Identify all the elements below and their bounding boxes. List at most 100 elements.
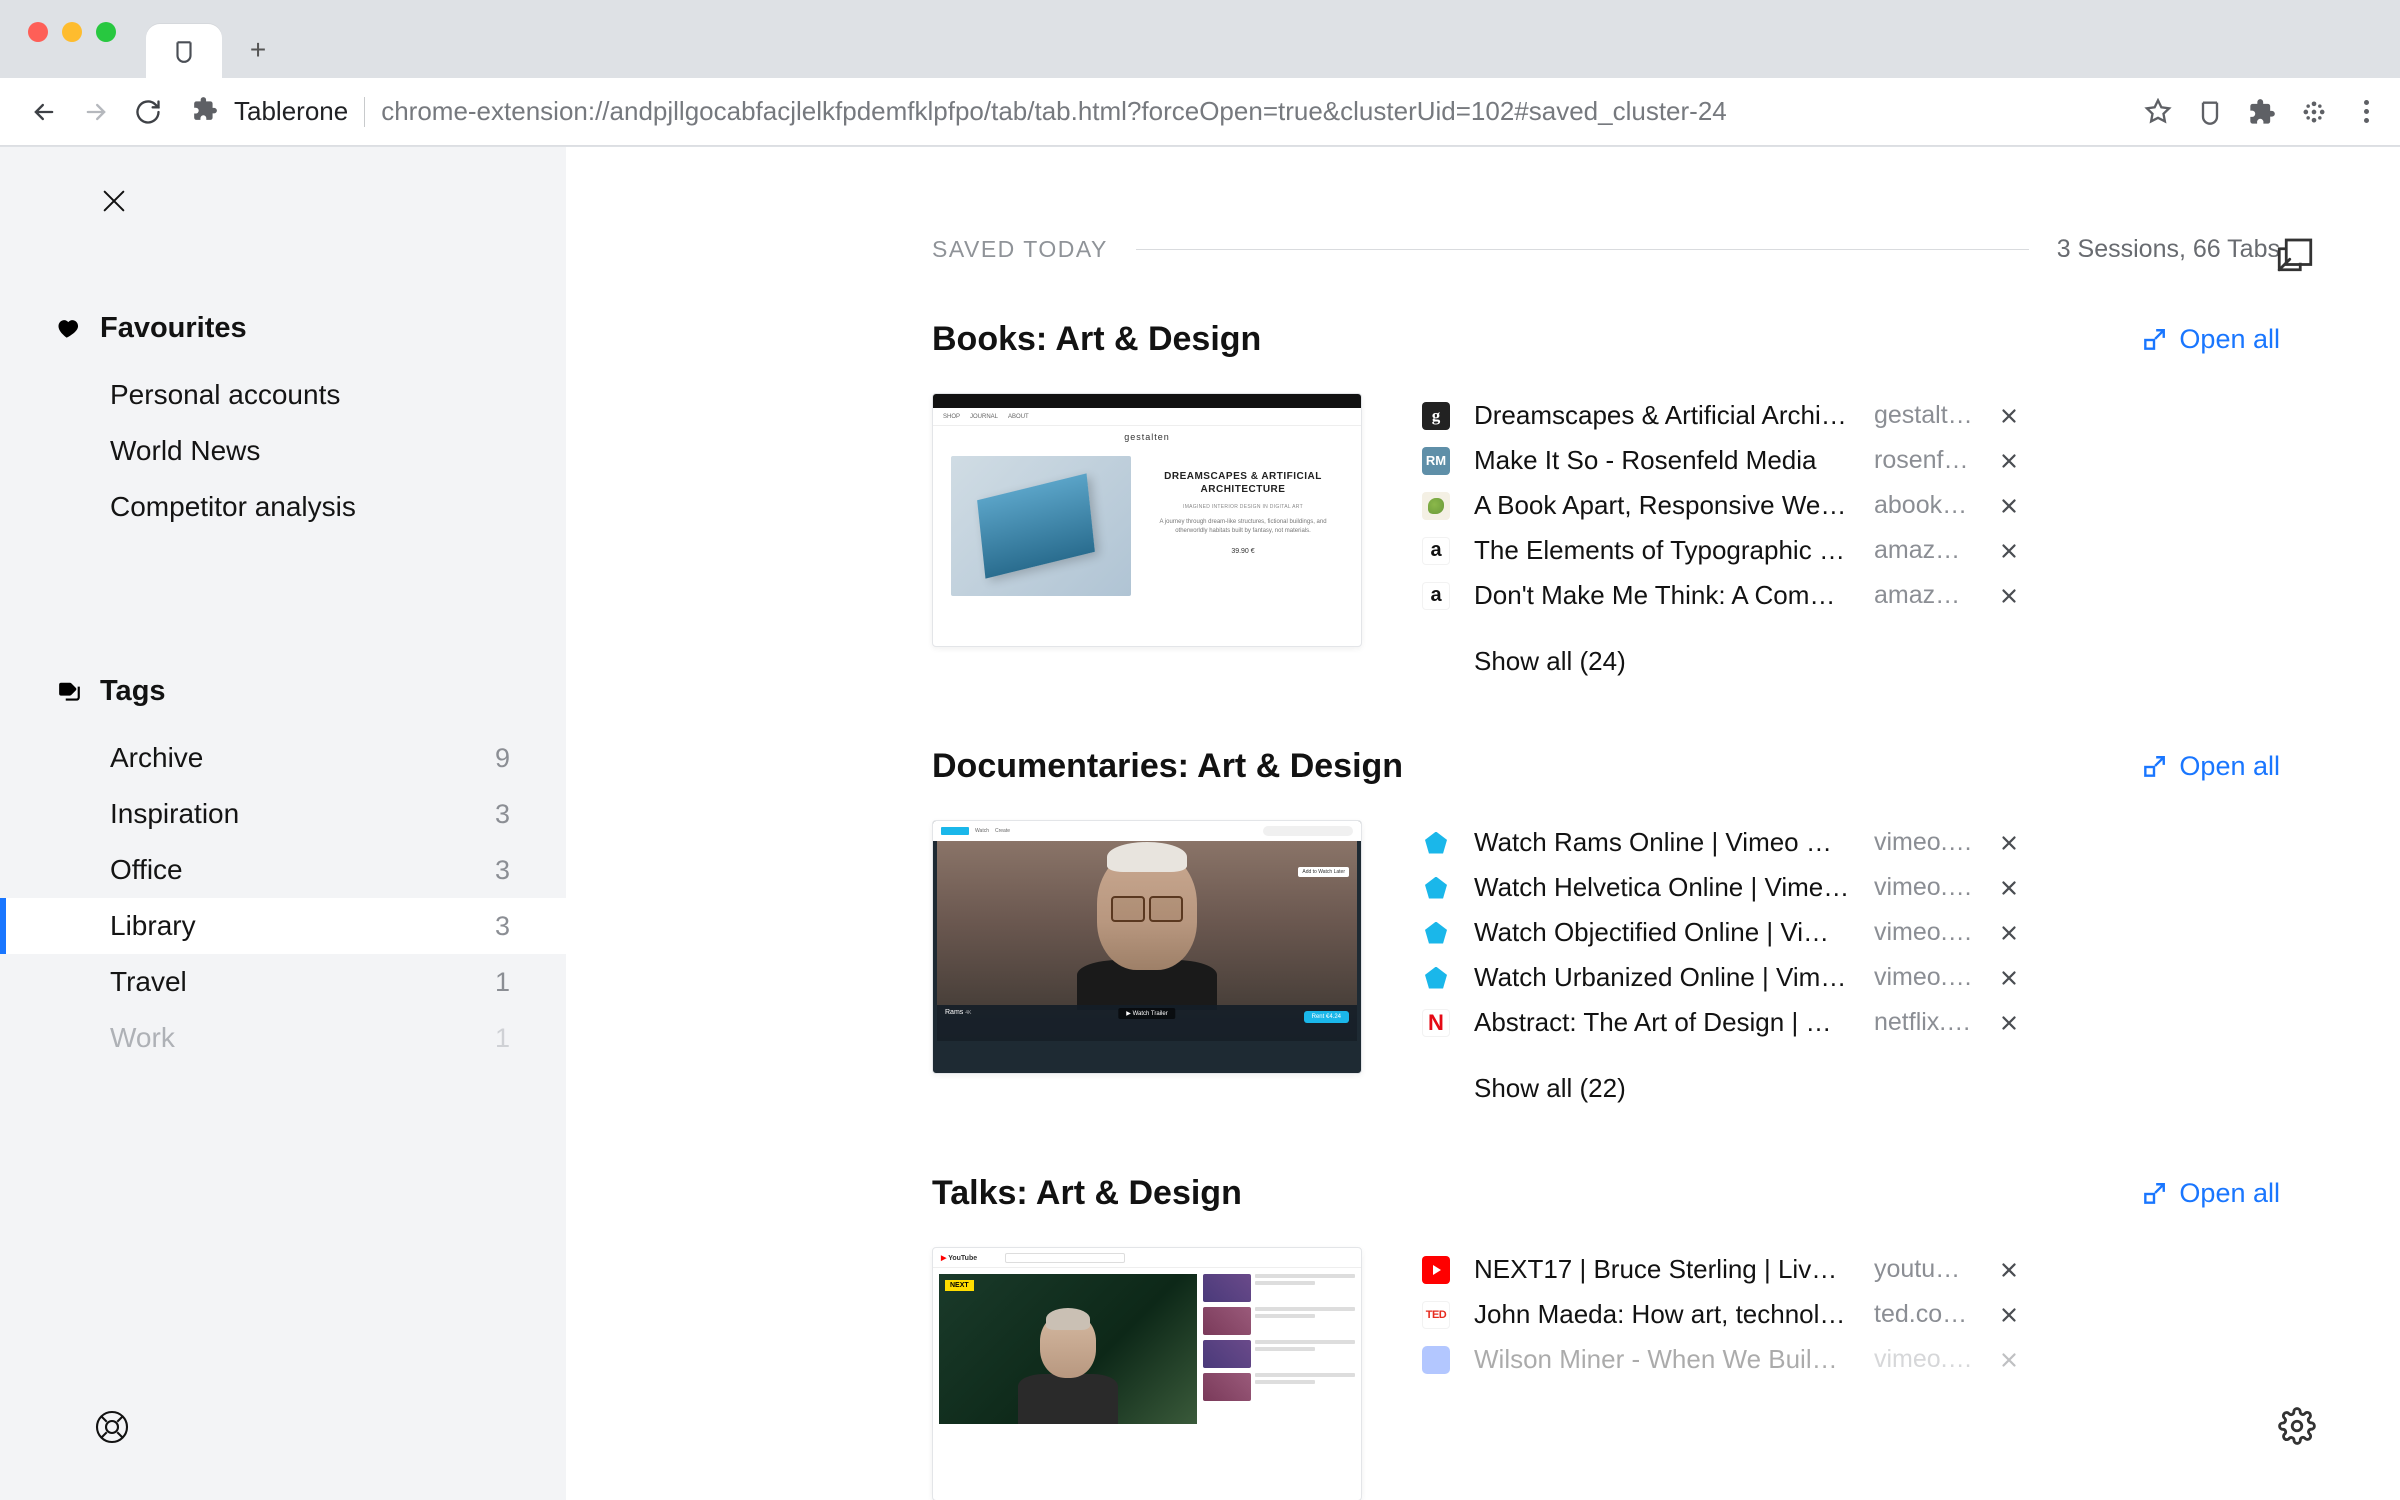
tab-title: Wilson Miner - When We Build a… [1474, 1344, 1850, 1375]
tab-close-button[interactable] [1998, 1349, 2020, 1371]
tab-close-button[interactable] [1998, 832, 2020, 854]
sidebar-item-world-news[interactable]: World News [0, 423, 566, 479]
tablerone-ext-icon[interactable] [2196, 98, 2224, 126]
tab-close-button[interactable] [1998, 1012, 2020, 1034]
browser-chrome: + Tablerone chrome-extension://andpjllgo… [0, 0, 2400, 147]
tab-close-button[interactable] [1998, 922, 2020, 944]
help-button[interactable] [94, 1409, 130, 1450]
session-title[interactable]: Documentaries: Art & Design [932, 747, 1403, 786]
tab-close-button[interactable] [1998, 585, 2020, 607]
favicon [1422, 1346, 1450, 1374]
favicon [1422, 964, 1450, 992]
tab-close-button[interactable] [1998, 877, 2020, 899]
open-external-icon [2141, 754, 2167, 780]
tab-row[interactable]: aDon't Make Me Think: A Common…amazon.… [1422, 573, 2280, 618]
ext-icon-2[interactable] [2300, 98, 2328, 126]
tab-row[interactable]: A Book Apart, Responsive Web D…abookap… [1422, 483, 2280, 528]
tab-row[interactable]: RMMake It So - Rosenfeld Mediarosenfel… [1422, 438, 2280, 483]
browser-menu-button[interactable] [2352, 98, 2380, 126]
page-title: Tablerone [234, 96, 348, 127]
tab-domain: vimeo.c… [1874, 918, 1974, 947]
bookmark-star-icon[interactable] [2144, 98, 2172, 126]
settings-button[interactable] [2278, 1407, 2316, 1450]
meta-label: SAVED TODAY [932, 236, 1108, 263]
tab-domain: ted.com/… [1874, 1300, 1974, 1329]
favicon: TED [1422, 1301, 1450, 1329]
heart-icon [56, 316, 82, 342]
separator [364, 97, 365, 127]
session-title[interactable]: Talks: Art & Design [932, 1174, 1242, 1213]
tab-row[interactable]: aThe Elements of Typographic Sty…amazon.… [1422, 528, 2280, 573]
tab-close-button[interactable] [1998, 540, 2020, 562]
tab-close-button[interactable] [1998, 405, 2020, 427]
tab-row[interactable]: Watch Helvetica Online | Vimeo …vimeo.c… [1422, 865, 2280, 910]
show-all-button[interactable]: Show all (24) [1422, 618, 2280, 677]
tab-title: NEXT17 | Bruce Sterling | Live fro… [1474, 1254, 1850, 1285]
session-books: Books: Art & Design Open all SHOPJOURNAL… [932, 320, 2280, 677]
session-thumbnail[interactable]: WatchCreate Add to Watch Later Rams 4K ▶… [932, 820, 1362, 1074]
tab-close-button[interactable] [1998, 450, 2020, 472]
tab-domain: rosenfel… [1874, 446, 1974, 475]
window-minimize-button[interactable] [62, 22, 82, 42]
favourites-heading[interactable]: Favourites [0, 312, 566, 367]
tab-row[interactable]: NEXT17 | Bruce Sterling | Live fro… youtu… [1422, 1247, 2280, 1292]
session-thumbnail[interactable]: ▶ YouTube NEXT [932, 1247, 1362, 1500]
sidebar-item-work[interactable]: Work1 [0, 1010, 566, 1066]
tab-title: Watch Objectified Online | Vimeo… [1474, 917, 1850, 948]
expand-button[interactable] [2274, 233, 2316, 280]
extensions-icon[interactable] [2248, 98, 2276, 126]
close-sidebar-button[interactable] [98, 185, 566, 222]
section-meta: SAVED TODAY 3 Sessions, 66 Tabs [932, 235, 2280, 264]
tab-domain: amazon.… [1874, 581, 1974, 610]
tab-row[interactable]: Watch Objectified Online | Vimeo… vimeo.c… [1422, 910, 2280, 955]
address-bar[interactable]: Tablerone chrome-extension://andpjllgoca… [180, 96, 2116, 127]
back-button[interactable] [24, 92, 64, 132]
tab-domain: vimeo.c… [1874, 1345, 1974, 1374]
session-documentaries: Documentaries: Art & Design Open all Wat… [932, 747, 2280, 1104]
open-external-icon [2141, 327, 2167, 353]
sidebar-item-office[interactable]: Office3 [0, 842, 566, 898]
tab-row[interactable]: TEDJohn Maeda: How art, technolog…ted.co… [1422, 1292, 2280, 1337]
tab-row[interactable]: NAbstract: The Art of Design | Net…netfl… [1422, 1000, 2280, 1045]
tab-domain: youtube.… [1874, 1255, 1974, 1284]
tag-icon [56, 679, 82, 705]
favourites-label: Favourites [100, 312, 247, 345]
sidebar-item-competitor-analysis[interactable]: Competitor analysis [0, 479, 566, 535]
sidebar-item-library[interactable]: Library3 [0, 898, 566, 954]
tab-row[interactable]: Watch Urbanized Online | Vimeo …vimeo.c… [1422, 955, 2280, 1000]
forward-button[interactable] [76, 92, 116, 132]
tab-domain: vimeo.c… [1874, 873, 1974, 902]
open-all-button[interactable]: Open all [2141, 324, 2280, 355]
tab-close-button[interactable] [1998, 1259, 2020, 1281]
window-maximize-button[interactable] [96, 22, 116, 42]
tags-label: Tags [100, 675, 166, 708]
url-text: chrome-extension://andpjllgocabfacjlelkf… [381, 96, 1727, 127]
browser-tab-active[interactable] [146, 24, 222, 78]
sidebar-item-archive[interactable]: Archive9 [0, 730, 566, 786]
tags-section: Tags Archive9 Inspiration3 Office3 Libra… [0, 675, 566, 1066]
reload-button[interactable] [128, 92, 168, 132]
session-thumbnail[interactable]: SHOPJOURNALABOUT gestalten DREAMSCAPES &… [932, 393, 1362, 647]
tab-close-button[interactable] [1998, 967, 2020, 989]
session-title[interactable]: Books: Art & Design [932, 320, 1261, 359]
sidebar-item-travel[interactable]: Travel1 [0, 954, 566, 1010]
tab-row[interactable]: Wilson Miner - When We Build a… vimeo.c… [1422, 1337, 2280, 1382]
sidebar-item-inspiration[interactable]: Inspiration3 [0, 786, 566, 842]
tab-row[interactable]: gDreamscapes & Artificial Archite…gestal… [1422, 393, 2280, 438]
tablerone-icon [171, 38, 197, 64]
show-all-button[interactable]: Show all (22) [1422, 1045, 2280, 1104]
tab-domain: abookap… [1874, 491, 1974, 520]
open-all-button[interactable]: Open all [2141, 1178, 2280, 1209]
favicon: a [1422, 537, 1450, 565]
tab-title: Watch Rams Online | Vimeo On D… [1474, 827, 1850, 858]
sidebar-item-personal-accounts[interactable]: Personal accounts [0, 367, 566, 423]
tags-heading[interactable]: Tags [0, 675, 566, 730]
favicon: g [1422, 402, 1450, 430]
tab-close-button[interactable] [1998, 1304, 2020, 1326]
window-close-button[interactable] [28, 22, 48, 42]
tab-row[interactable]: Watch Rams Online | Vimeo On D…vimeo.c… [1422, 820, 2280, 865]
open-all-button[interactable]: Open all [2141, 751, 2280, 782]
new-tab-button[interactable]: + [234, 26, 282, 74]
main-content: SAVED TODAY 3 Sessions, 66 Tabs Books: A… [566, 147, 2400, 1500]
tab-close-button[interactable] [1998, 495, 2020, 517]
